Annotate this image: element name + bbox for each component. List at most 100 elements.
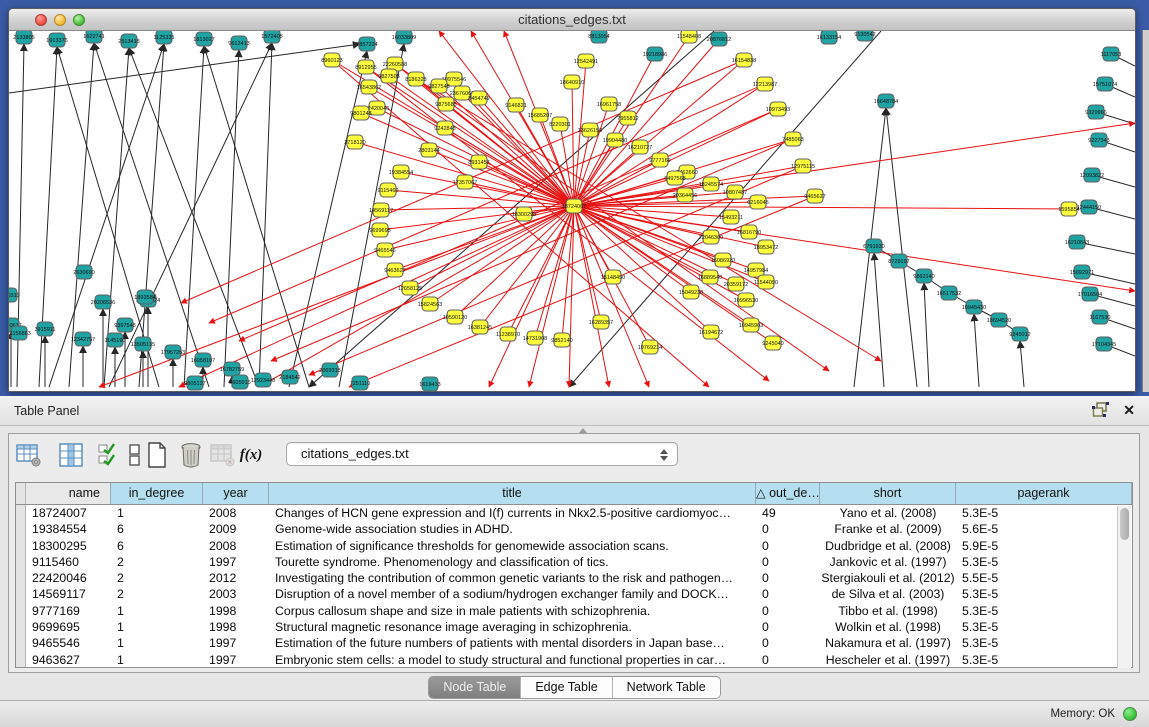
cell-out_degree[interactable]: 0 [756,586,820,602]
graph-node[interactable]: 9397548 [114,318,135,332]
table-row[interactable]: 969969511998Structural magnetic resonanc… [16,619,1132,635]
memory-status-dot[interactable] [1123,707,1137,721]
graph-node[interactable]: 2069318 [319,363,340,377]
cell-pagerank[interactable]: 5.3E-5 [956,619,1132,635]
tab-edge-table[interactable]: Edge Table [521,677,612,698]
graph-edge[interactable] [1020,341,1024,387]
cell-year[interactable]: 1998 [203,619,269,635]
graph-node[interactable]: 7251110 [350,376,371,390]
cell-title[interactable]: Structural magnetic resonance image aver… [269,619,756,635]
graph-node[interactable]: 8931457 [468,155,489,169]
graph-node[interactable]: 9801243 [350,106,371,120]
graph-edge[interactable] [416,79,881,361]
cell-pagerank[interactable]: 5.3E-5 [956,652,1132,667]
graph-node[interactable]: 9875685 [435,97,456,111]
cell-name[interactable]: 9463627 [26,652,111,667]
cell-title[interactable]: Embryonic stem cells: a model to study s… [269,652,756,667]
column-header-in_degree[interactable]: in_degree [111,483,203,504]
graph-edge[interactable] [924,283,929,387]
graph-node[interactable]: 9115460 [377,183,398,197]
cell-in_degree[interactable]: 1 [111,603,203,619]
cell-out_degree[interactable]: 0 [756,538,820,554]
cell-title[interactable]: Genome-wide association studies in ADHD. [269,521,756,537]
scrollbar-thumb[interactable] [1120,508,1129,540]
graph-edge[interactable] [886,108,917,387]
cell-pagerank[interactable]: 5.3E-5 [956,554,1132,570]
cell-out_degree[interactable]: 0 [756,619,820,635]
table-body[interactable]: 1872400712008Changes of HCN gene express… [16,505,1132,667]
cell-short[interactable]: Nakamura et al. (1997) [820,635,956,651]
graph-node[interactable]: 1350310 [9,288,20,302]
cell-year[interactable]: 1997 [203,554,269,570]
table-scrollbar[interactable] [1117,506,1131,668]
graph-node[interactable]: 16381245 [468,320,492,334]
graph-edge[interactable] [204,46,309,387]
graph-edge[interactable] [109,43,272,387]
graph-node[interactable]: 12542491 [574,54,598,68]
graph-edge[interactable] [395,206,574,270]
graph-node[interactable]: 8220301 [549,117,570,131]
cell-pagerank[interactable]: 5.3E-5 [956,586,1132,602]
graph-node[interactable]: 18245574 [699,177,723,191]
graph-node[interactable]: 12444150 [1077,200,1101,214]
column-header-year[interactable]: year [203,483,269,504]
graph-node[interactable]: 8960123 [321,53,342,67]
graph-edge[interactable] [385,206,574,250]
graph-node[interactable]: 9605127 [184,376,205,390]
cell-name[interactable]: 14569117 [26,586,111,602]
cell-in_degree[interactable]: 6 [111,521,203,537]
cell-in_degree[interactable]: 1 [111,652,203,667]
cell-out_degree[interactable]: 0 [756,554,820,570]
graph-node[interactable]: 2513418 [118,34,139,48]
graph-node[interactable]: 8912955 [355,60,376,74]
graph-node[interactable]: 18953472 [754,240,778,254]
graph-node[interactable]: 2803144 [418,143,439,157]
cell-title[interactable]: Estimation of the future numbers of pati… [269,635,756,651]
column-header-name[interactable]: name [26,483,111,504]
graph-node[interactable]: 7955812 [617,111,638,125]
cell-title[interactable]: Tourette syndrome. Phenomenology and cla… [269,554,756,570]
graph-node[interactable]: 1813027 [193,32,214,46]
table-row[interactable]: 911546021997Tourette syndrome. Phenomeno… [16,554,1132,570]
graph-node[interactable]: 1145190 [104,333,125,347]
table-select-dropdown[interactable]: citations_edges.txt [286,442,678,466]
cell-out_degree[interactable]: 0 [756,521,820,537]
graph-node[interactable]: 2718120 [344,135,365,149]
cell-in_degree[interactable]: 2 [111,554,203,570]
graph-node[interactable]: 9862140 [913,269,934,283]
graph-node[interactable]: 9242848 [434,121,455,135]
graph-node[interactable]: 16133154 [817,31,841,44]
graph-node[interactable]: 10945903 [739,318,763,332]
cell-short[interactable]: Stergiakouli et al. (2012) [820,570,956,586]
cell-title[interactable]: Investigating the contribution of common… [269,570,756,586]
graph-edge[interactable] [974,314,979,387]
graph-node[interactable]: 9465627 [804,189,825,203]
graph-node[interactable]: 15685207 [528,108,552,122]
cell-title[interactable]: Corpus callosum shape and size in male p… [269,603,756,619]
cell-pagerank[interactable]: 5.6E-5 [956,521,1132,537]
cell-in_degree[interactable]: 1 [111,635,203,651]
column-header-title[interactable]: title [269,483,756,504]
graph-node[interactable]: 13505135 [131,337,155,351]
cell-out_degree[interactable]: 49 [756,505,820,521]
cell-in_degree[interactable]: 6 [111,538,203,554]
table-row[interactable]: 1872400712008Changes of HCN gene express… [16,505,1132,521]
cell-pagerank[interactable]: 5.5E-5 [956,570,1132,586]
close-panel-icon[interactable]: ✕ [1123,402,1135,418]
graph-node[interactable]: 16210643 [1065,235,1089,249]
float-panel-icon[interactable] [1092,402,1109,418]
graph-node[interactable]: 15049230 [679,285,703,299]
graph-node[interactable]: 11548408 [677,31,701,43]
graph-node[interactable]: 20364456 [673,188,697,202]
cell-out_degree[interactable]: 0 [756,570,820,586]
cell-pagerank[interactable]: 5.3E-5 [956,505,1132,521]
graph-edge[interactable] [9,44,360,93]
graph-node[interactable]: 1167530 [1089,310,1110,324]
graph-node[interactable]: 16289357 [589,315,613,329]
cell-title[interactable]: Estimation of significance thresholds fo… [269,538,756,554]
network-window-titlebar[interactable]: citations_edges.txt [9,9,1135,31]
graph-node[interactable]: 14731908 [523,331,547,345]
cell-year[interactable]: 2008 [203,538,269,554]
function-builder-icon[interactable]: f(x) [237,441,265,469]
cell-year[interactable]: 1998 [203,603,269,619]
